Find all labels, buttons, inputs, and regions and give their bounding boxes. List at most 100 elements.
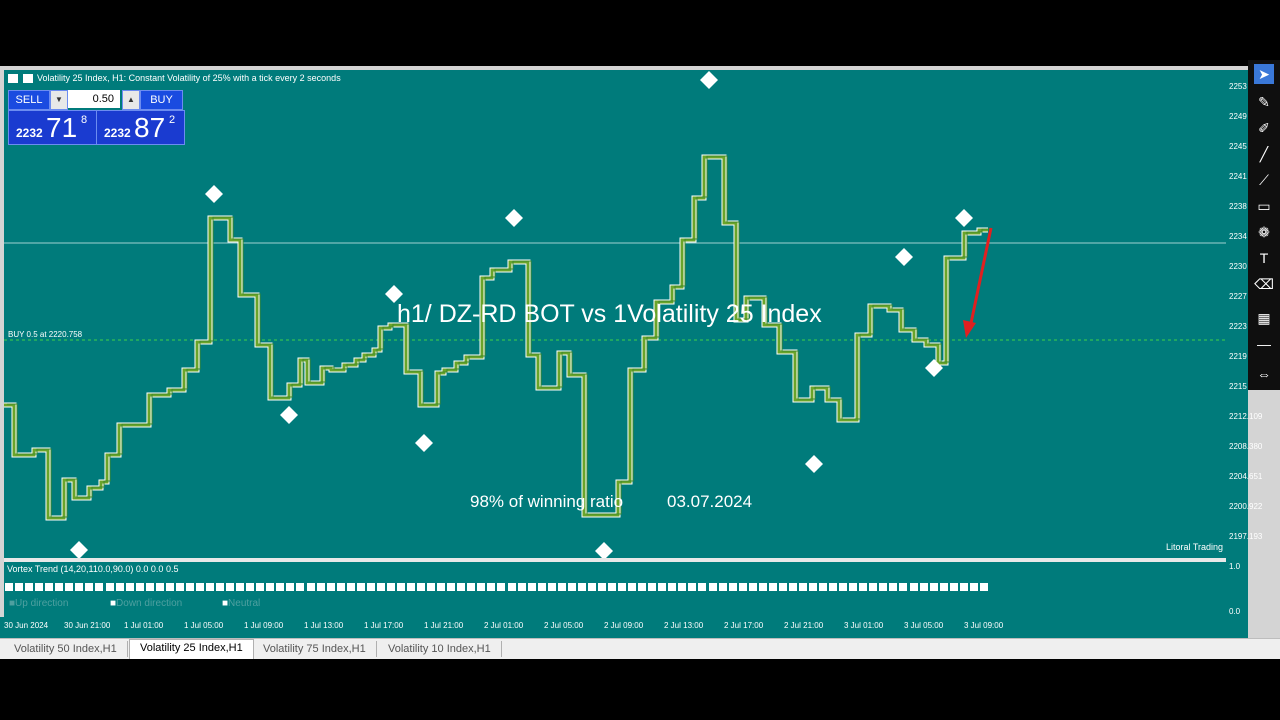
buy-button[interactable]: BUY — [140, 90, 183, 110]
indicator-bar — [597, 583, 606, 591]
indicator-bar — [35, 583, 44, 591]
legend-down: ■Down direction — [110, 598, 183, 609]
price-tick-label: 2223 — [1229, 322, 1247, 331]
sell-button[interactable]: SELL — [8, 90, 50, 110]
brush-icon[interactable]: ⟋ — [1254, 170, 1274, 190]
price-tick-label: 2204.651 — [1229, 472, 1263, 481]
rectangle-icon[interactable]: ▭ — [1254, 196, 1274, 216]
indicator-bar — [517, 583, 526, 591]
lot-up-icon[interactable]: ▲ — [122, 90, 140, 110]
time-tick-label: 3 Jul 05:00 — [904, 621, 944, 630]
indicator-bar — [256, 583, 265, 591]
text-icon[interactable]: T — [1254, 248, 1274, 268]
indicator-bar — [326, 583, 335, 591]
indicator-bar — [929, 583, 938, 591]
indicator-bar — [105, 583, 114, 591]
price-tick-label: 2197.193 — [1229, 532, 1263, 541]
indicator-bar — [688, 583, 697, 591]
indicator-bar — [266, 583, 275, 591]
indicator-bar — [909, 583, 918, 591]
save-icon[interactable] — [22, 74, 33, 84]
indicator-bar — [95, 583, 104, 591]
lot-down-icon[interactable]: ▼ — [50, 90, 68, 110]
chart-tab[interactable]: Volatility 25 Index,H1 — [129, 639, 254, 659]
price-tick-label: 2208.380 — [1229, 442, 1263, 451]
indicator-bar — [899, 583, 908, 591]
indicator-bar — [527, 583, 536, 591]
price-tick-label: 2227 — [1229, 292, 1247, 301]
shapes-icon[interactable]: ❁ — [1254, 222, 1274, 242]
chart-tab[interactable]: Volatility 75 Index,H1 — [253, 641, 377, 657]
price-tick-label: 2219 — [1229, 352, 1247, 361]
horizontal-line-icon[interactable]: — — [1254, 334, 1274, 354]
indicator-bar — [849, 583, 858, 591]
indicator-bar — [376, 583, 385, 591]
indicator-bar — [5, 583, 13, 591]
indicator-pane[interactable]: Vortex Trend (14,20,110.0,90.0) 0.0 0.0 … — [4, 562, 1226, 617]
time-tick-label: 1 Jul 09:00 — [244, 621, 284, 630]
time-tick-label: 2 Jul 13:00 — [664, 621, 704, 630]
indicator-bar — [336, 583, 345, 591]
sell-price-box[interactable]: 2232 71 8 — [8, 110, 97, 145]
indicator-bar — [758, 583, 767, 591]
time-axis[interactable]: 30 Jun 2024 30 Jun 21:00 1 Jul 01:00 1 Jul … — [0, 617, 1248, 638]
indicator-bar — [537, 583, 546, 591]
price-tick-label: 2212.109 — [1229, 412, 1263, 421]
time-tick-label: 1 Jul 17:00 — [364, 621, 404, 630]
indicator-bar — [135, 583, 144, 591]
indicator-bar — [206, 583, 214, 591]
overlay-title: h1/ DZ-RD BOT vs 1Volatility 25 Index — [397, 300, 822, 328]
indicator-bar — [698, 583, 707, 591]
marker-icon[interactable]: ✐ — [1254, 118, 1274, 138]
indicator-bar — [638, 583, 647, 591]
indicator-bar — [115, 583, 124, 591]
time-tick-label: 3 Jul 01:00 — [844, 621, 884, 630]
price-tick-label: 2241 — [1229, 172, 1247, 181]
signal-diamond — [895, 248, 913, 266]
indicator-bar — [919, 583, 928, 591]
indicator-bar — [236, 583, 245, 591]
indicator-bar — [668, 583, 677, 591]
indicator-bar — [608, 583, 616, 591]
arrows-icon[interactable]: ⇔ — [1254, 364, 1274, 384]
signal-diamond — [805, 455, 823, 473]
checker-icon[interactable]: ▦ — [1254, 308, 1274, 328]
indicator-title: Vortex Trend (14,20,110.0,90.0) 0.0 0.0 … — [7, 564, 179, 574]
order-line-label[interactable]: BUY 0.5 at 2220.758 — [8, 330, 82, 339]
indicator-bar — [437, 583, 446, 591]
indicator-bar — [457, 583, 466, 591]
indicator-bar — [547, 583, 556, 591]
signal-diamond — [700, 71, 718, 89]
time-tick-label: 1 Jul 05:00 — [184, 621, 224, 630]
time-tick-label: 3 Jul 09:00 — [964, 621, 1004, 630]
indicator-bar — [648, 583, 657, 591]
price-axis[interactable]: 2253 2249 2245 2241 2238 2234 2230 2227 2223 2219… — [1226, 70, 1262, 618]
indicator-bar — [276, 583, 285, 591]
indicator-bar — [356, 583, 365, 591]
price-tick-label: 2249 — [1229, 112, 1247, 121]
time-tick-label: 1 Jul 13:00 — [304, 621, 344, 630]
price-line-down — [4, 154, 988, 521]
price-chart[interactable]: BUY 0.5 at 2220.758 h1/ DZ-RD BOT vs 1Vo… — [4, 70, 1226, 558]
lot-size-input[interactable]: 0.50 — [68, 90, 120, 108]
indicator-bar — [798, 583, 807, 591]
indicator-bar — [216, 583, 225, 591]
indicator-bar — [85, 583, 94, 591]
price-line-shadow — [7, 155, 991, 518]
eraser-icon[interactable]: ⌫ — [1254, 274, 1274, 294]
indicator-bar — [477, 583, 486, 591]
indicator-bar — [748, 583, 757, 591]
cursor-icon[interactable]: ➤ — [1254, 64, 1274, 84]
indicator-bar — [195, 583, 204, 591]
pencil-icon[interactable]: ✎ — [1254, 92, 1274, 112]
price-tick-label: 2253 — [1229, 82, 1247, 91]
indicator-bar — [15, 583, 24, 591]
line-icon[interactable]: ╱ — [1254, 144, 1274, 164]
chart-menu-icon[interactable] — [8, 74, 18, 84]
indicator-bar — [497, 583, 506, 591]
indicator-bar — [55, 583, 64, 591]
indicator-scale-bottom: 0.0 — [1229, 607, 1241, 616]
chart-tab[interactable]: Volatility 50 Index,H1 — [4, 641, 128, 657]
chart-tab[interactable]: Volatility 10 Index,H1 — [378, 641, 502, 657]
buy-price-box[interactable]: 2232 87 2 — [96, 110, 185, 145]
